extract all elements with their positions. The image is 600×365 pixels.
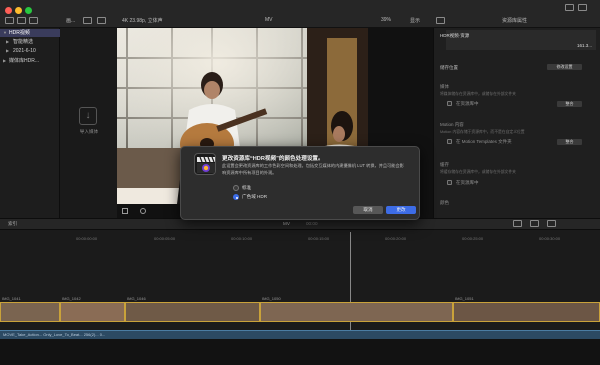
clip-name: IMG_1041: [2, 296, 21, 301]
browser-settings-icon[interactable]: [97, 17, 106, 24]
project-name[interactable]: MV: [283, 221, 290, 226]
minimize-window-button[interactable]: [15, 7, 22, 14]
disclosure-triangle-icon[interactable]: ▶: [3, 57, 6, 65]
motion-templates-checkbox[interactable]: [447, 139, 452, 144]
clip-appearance-icon[interactable]: [513, 220, 522, 227]
library-item-hdr[interactable]: ▼ HDR视频: [0, 29, 60, 37]
audio-skimming-icon[interactable]: [530, 220, 539, 227]
cache-in-library-label: 在资源库中: [456, 180, 479, 185]
share-icon[interactable]: [565, 4, 574, 11]
inspector-toggle-icon[interactable]: [436, 17, 445, 24]
modify-settings-button[interactable]: 修改设置: [547, 64, 582, 70]
motion-templates-label: 在 Motion Templates 文件夹: [456, 139, 512, 144]
photos-audio-icon[interactable]: [17, 17, 26, 24]
color-label: 颜色: [440, 200, 449, 205]
close-window-button[interactable]: [5, 7, 12, 14]
clip-name: IMG_1042: [62, 296, 81, 301]
wide-gamut-hdr-radio[interactable]: [233, 194, 239, 200]
titles-generators-icon[interactable]: [29, 17, 38, 24]
change-button[interactable]: 更改: [386, 206, 416, 214]
media-in-library-label: 在资源库中: [456, 101, 479, 106]
enhance-icon[interactable]: [140, 208, 146, 214]
media-label: 媒体: [440, 84, 449, 89]
ruler-tick: 00:00:15:00: [308, 236, 330, 241]
clip-name: IMG_1050: [262, 296, 281, 301]
index-button[interactable]: 索引: [8, 221, 17, 227]
disclosure-triangle-icon[interactable]: ▶: [6, 38, 9, 46]
cache-description: 将缓存储存在资源库中，或储存在外部文件夹: [440, 170, 516, 174]
video-clip[interactable]: [453, 302, 600, 322]
clip-name: IMG_1046: [127, 296, 146, 301]
inspector-title: 资源库属性: [502, 18, 528, 24]
video-clip[interactable]: [260, 302, 453, 322]
ruler-tick: 00:00:20:00: [385, 236, 407, 241]
library-name: HDR视频·资源: [440, 33, 470, 38]
filmstrip-view-icon[interactable]: [83, 17, 92, 24]
timeline-empty-area: [0, 339, 600, 365]
disclosure-triangle-icon[interactable]: ▶: [6, 47, 9, 55]
cache-label: 缓存: [440, 162, 449, 167]
library-item-event-date[interactable]: ▶ 2021-6-10: [0, 47, 60, 55]
ruler-tick: 00:00:05:00: [154, 236, 176, 241]
import-media-label: 导入媒体: [79, 129, 99, 134]
library-item-hdr-media[interactable]: ▶ 媒体库HDR...: [0, 57, 60, 65]
snapping-icon[interactable]: [547, 220, 556, 227]
import-arrow-icon[interactable]: ↓: [79, 107, 97, 125]
video-clip[interactable]: [60, 302, 125, 322]
cancel-button[interactable]: 取消: [353, 206, 383, 214]
viewer-title: MV: [265, 17, 273, 23]
media-description: 将媒体储存在资源库中，或储存在外部文件夹: [440, 92, 516, 96]
motion-description: Motion 内容存储于资源库中，而不是在自定义位置: [440, 130, 525, 134]
media-in-library-checkbox[interactable]: [447, 101, 452, 106]
view-menu[interactable]: 显示: [410, 17, 420, 24]
cache-in-library-checkbox[interactable]: [447, 180, 452, 185]
project-timecode: 00:00: [306, 221, 318, 226]
final-cut-pro-icon: [194, 153, 216, 175]
library-item-smart-collections[interactable]: ▶ 智能精选: [0, 38, 60, 46]
ruler-tick: 00:00:10:00: [231, 236, 253, 241]
fullscreen-icon[interactable]: [578, 4, 587, 11]
dialog-title: 更改资源库“HDR视频”的颜色处理设置。: [222, 156, 324, 162]
wide-gamut-hdr-label[interactable]: 广色域 HDR: [242, 194, 267, 200]
consolidate-motion-button[interactable]: 整合: [557, 139, 582, 145]
ruler-tick: 00:00:30:00: [539, 236, 561, 241]
disclosure-triangle-icon[interactable]: ▼: [3, 29, 7, 37]
storage-location-label: 储存位置: [440, 65, 458, 70]
standard-radio[interactable]: [233, 185, 239, 191]
zoom-window-button[interactable]: [25, 7, 32, 14]
libraries-sidebar-icon[interactable]: [5, 17, 14, 24]
crop-icon[interactable]: [122, 208, 128, 214]
zoom-menu[interactable]: 39%: [381, 17, 391, 23]
ruler-tick: 00:00:25:00: [462, 236, 484, 241]
video-clip[interactable]: [0, 302, 60, 322]
library-size: 161.3...: [577, 43, 593, 48]
dialog-message: 此设置会更改资源库的工作色彩空间和处理。包括交互媒体的内建摄像机 LUT 转换，…: [222, 163, 404, 175]
standard-option-label[interactable]: 标准: [242, 185, 251, 191]
consolidate-media-button[interactable]: 整合: [557, 101, 582, 107]
audio-clip-label: MOVE_Take_Action... Only_Love_To_Beat...…: [3, 332, 106, 337]
format-info: 4K 23.98p, 立体声: [122, 18, 163, 24]
video-clip[interactable]: [125, 302, 260, 322]
browser-menu[interactable]: 画...: [66, 17, 75, 24]
clip-name: IMG_1051: [455, 296, 474, 301]
ruler-tick: 00:00:00:00: [76, 236, 98, 241]
motion-content-label: Motion 内容: [440, 122, 464, 127]
